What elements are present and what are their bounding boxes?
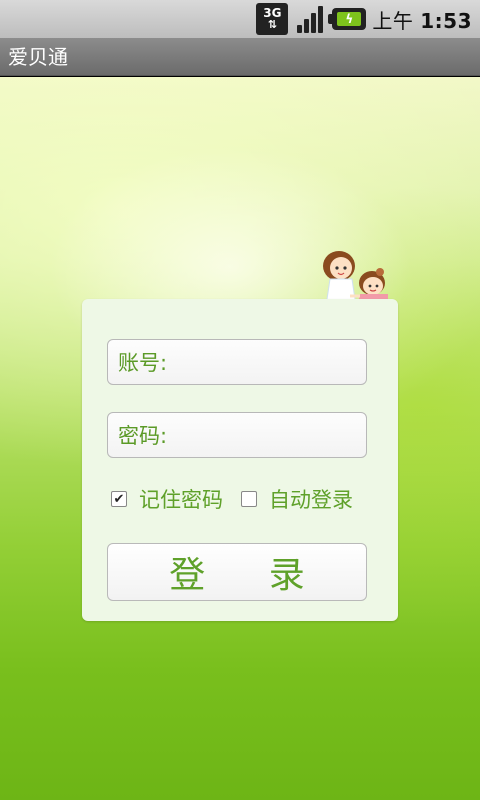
status-bar: 3G ⇅ ϟ 上午 1:53 [0,0,480,38]
login-button[interactable]: 登 录 [107,543,367,601]
password-label: 密码: [118,424,168,448]
password-field[interactable]: 密码: [107,412,421,458]
battery-charging-icon: ϟ [328,4,367,34]
account-label: 账号: [118,351,168,375]
password-input[interactable] [167,413,421,457]
auto-login-label[interactable]: 自动登录 [269,484,353,514]
app-title: 爱贝通 [8,45,68,69]
account-input[interactable] [167,340,421,384]
remember-password-label[interactable]: 记住密码 [139,484,223,514]
remember-password-checkbox[interactable]: ✔ [111,491,127,507]
login-card: 账号: 密码: ✔ 记住密码 自动登录 登 录 [82,299,421,621]
signal-icon [294,3,326,35]
network-3g-icon: 3G ⇅ [256,3,289,35]
time-prefix: 上午 [372,8,414,33]
auto-login-checkbox[interactable] [241,491,257,507]
account-field[interactable]: 账号: [107,339,421,385]
time-value: 1:53 [420,8,472,33]
app-title-bar: 爱贝通 [0,38,480,76]
login-options: ✔ 记住密码 自动登录 [111,484,353,514]
clock: 上午 1:53 [372,5,472,34]
